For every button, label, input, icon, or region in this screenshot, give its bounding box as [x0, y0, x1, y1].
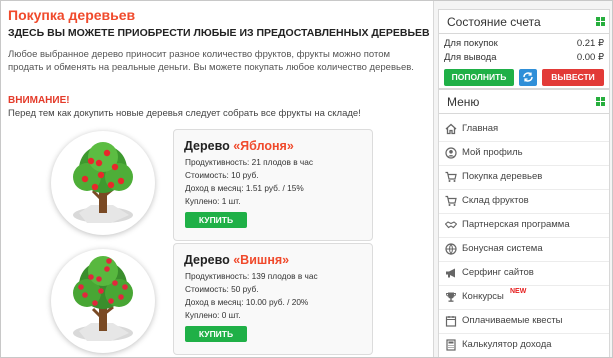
menu-title: Меню [447, 95, 480, 109]
buy-button[interactable]: КУПИТЬ [185, 326, 247, 342]
purchase-balance-value: 0.21 ₽ [576, 38, 604, 49]
purchase-balance-label: Для покупок [444, 38, 498, 49]
grid-icon [596, 97, 605, 106]
tree-card-cherry: Дерево «Вишня» Продуктивность: 139 плодо… [173, 243, 373, 355]
purchase-balance-row: Для покупок 0.21 ₽ [444, 38, 604, 49]
tree-card-title: Дерево «Вишня» [184, 253, 289, 267]
account-title: Состояние счета [447, 15, 541, 29]
tree-income: Доход в месяц: 1.51 руб. / 15% [185, 183, 304, 193]
menu-item-label: Калькулятор дохода [462, 339, 552, 350]
exchange-button[interactable] [519, 69, 537, 86]
page-subtitle: ЗДЕСЬ ВЫ МОЖЕТЕ ПРИОБРЕСТИ ЛЮБЫЕ ИЗ ПРЕД… [8, 27, 430, 39]
account-panel: Для покупок 0.21 ₽ Для вывода 0.00 ₽ ПОП… [438, 34, 610, 89]
menu-item-label: Покупка деревьев [462, 171, 543, 182]
tree-income: Доход в месяц: 10.00 руб. / 20% [185, 297, 309, 307]
menu-item-label: Серфинг сайтов [462, 267, 534, 278]
buy-button[interactable]: КУПИТЬ [185, 212, 247, 228]
menu-item-warehouse[interactable]: Склад фруктов [439, 190, 609, 214]
withdraw-balance-value: 0.00 ₽ [576, 52, 604, 63]
handshake-icon [445, 221, 457, 229]
withdraw-button[interactable]: ВЫВЕСТИ [542, 69, 604, 86]
menu-item-label: Мой профиль [462, 147, 523, 158]
calculator-icon [446, 339, 456, 351]
user-icon [445, 147, 457, 159]
cart-icon [445, 171, 457, 182]
new-badge: NEW [510, 288, 527, 295]
menu-item-calculator[interactable]: Калькулятор дохода [439, 334, 609, 357]
menu-item-partners[interactable]: Партнерская программа [439, 214, 609, 238]
menu-item-contests[interactable]: Конкурсы NEW [439, 286, 609, 310]
menu-item-quests[interactable]: Оплачиваемые квесты [439, 310, 609, 334]
menu-item-label: Бонусная система [462, 243, 543, 254]
trophy-icon [446, 292, 456, 302]
menu-list: Главная Мой профиль Покупка деревьев Скл… [438, 114, 610, 357]
tree-card-title: Дерево «Яблоня» [184, 139, 294, 153]
tree-productivity: Продуктивность: 21 плодов в час [185, 157, 314, 167]
home-icon [445, 123, 457, 135]
menu-item-label: Оплачиваемые квесты [462, 315, 563, 326]
menu-item-buy-trees[interactable]: Покупка деревьев [439, 166, 609, 190]
menu-header: Меню [438, 89, 610, 114]
intro-text: Любое выбранное дерево приносит разное к… [8, 49, 414, 73]
menu-item-label: Склад фруктов [462, 195, 529, 206]
tree-card-prefix: Дерево [184, 139, 234, 153]
tree-bought: Куплено: 1 шт. [185, 196, 241, 206]
withdraw-balance-row: Для вывода 0.00 ₽ [444, 52, 604, 63]
page-title: Покупка деревьев [8, 7, 136, 23]
menu-item-home[interactable]: Главная [439, 118, 609, 142]
menu-item-label: Партнерская программа [462, 219, 570, 230]
tree-cost: Стоимость: 50 руб. [185, 284, 259, 294]
tree-productivity: Продуктивность: 139 плодов в час [185, 271, 318, 281]
menu-item-label: Главная [462, 123, 499, 134]
tree-name: «Яблоня» [233, 139, 294, 153]
globe-icon [445, 243, 457, 255]
warning-text: Перед тем как докупить новые деревья сле… [8, 108, 361, 119]
calendar-icon [445, 316, 457, 327]
deposit-button[interactable]: ПОПОЛНИТЬ [444, 69, 514, 86]
apple-tree-image [51, 131, 155, 235]
withdraw-balance-label: Для вывода [444, 52, 497, 63]
menu-item-bonus[interactable]: Бонусная система [439, 238, 609, 262]
tree-cost: Стоимость: 10 руб. [185, 170, 259, 180]
tree-bought: Куплено: 0 шт. [185, 310, 241, 320]
account-header: Состояние счета [438, 9, 610, 34]
grid-icon [596, 17, 605, 26]
menu-item-profile[interactable]: Мой профиль [439, 142, 609, 166]
cherry-tree-image [51, 249, 155, 353]
tree-name: «Вишня» [233, 253, 290, 267]
main-content: Покупка деревьев ЗДЕСЬ ВЫ МОЖЕТЕ ПРИОБРЕ… [1, 1, 433, 357]
tree-card-prefix: Дерево [184, 253, 234, 267]
menu-item-surfing[interactable]: Серфинг сайтов [439, 262, 609, 286]
page-frame: Покупка деревьев ЗДЕСЬ ВЫ МОЖЕТЕ ПРИОБРЕ… [0, 0, 613, 358]
sidebar: Состояние счета Для покупок 0.21 ₽ Для в… [433, 1, 612, 357]
tree-card-apple: Дерево «Яблоня» Продуктивность: 21 плодо… [173, 129, 373, 241]
megaphone-icon [446, 268, 455, 278]
warning-title: ВНИМАНИЕ! [8, 95, 70, 106]
cart-icon [445, 195, 457, 206]
menu-item-label: Конкурсы [462, 291, 504, 302]
refresh-icon [523, 72, 533, 82]
